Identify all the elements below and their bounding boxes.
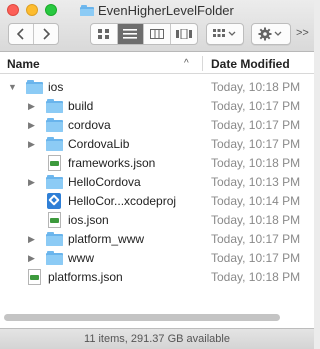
- date-modified: Today, 10:18 PM: [211, 80, 301, 94]
- action-button[interactable]: [251, 23, 291, 45]
- file-name: HelloCor...xcodeproj: [68, 194, 177, 208]
- chevron-right-icon: [43, 28, 50, 40]
- horizontal-scrollbar[interactable]: [4, 314, 280, 321]
- date-modified: Today, 10:17 PM: [211, 99, 301, 113]
- list-item[interactable]: ios.json Today, 10:18 PM: [0, 211, 314, 230]
- window-toolbar: EvenHigherLevelFolder >>: [0, 0, 314, 52]
- list-item[interactable]: ▼ ios Today, 10:18 PM: [0, 78, 314, 97]
- disclosure-collapsed-icon[interactable]: ▶: [28, 177, 38, 188]
- file-list: ▼ ios Today, 10:18 PM ▶ build Today, 10:17 PM…: [0, 78, 314, 287]
- disclosure-collapsed-icon[interactable]: ▶: [28, 253, 38, 264]
- cover-flow-button[interactable]: [171, 24, 197, 44]
- zoom-button[interactable]: [45, 4, 57, 16]
- list-item[interactable]: platforms.json Today, 10:18 PM: [0, 268, 314, 287]
- window-title: EvenHigherLevelFolder: [80, 2, 234, 18]
- traffic-lights: [7, 4, 57, 16]
- window-title-text: EvenHigherLevelFolder: [98, 2, 234, 18]
- gear-icon: [258, 27, 282, 41]
- file-name: cordova: [68, 118, 111, 132]
- date-modified: Today, 10:18 PM: [211, 156, 301, 170]
- list-view-button[interactable]: [117, 24, 144, 44]
- cover-flow-icon: [175, 29, 192, 39]
- folder-icon: [80, 4, 94, 16]
- date-modified: Today, 10:17 PM: [211, 251, 301, 265]
- folder-icon: [46, 231, 63, 247]
- json-file-icon: [46, 212, 63, 228]
- date-modified: Today, 10:13 PM: [211, 175, 301, 189]
- grid-arrange-icon: [213, 29, 236, 37]
- folder-icon: [46, 250, 63, 266]
- xcode-project-icon: [46, 193, 63, 209]
- name-column-header[interactable]: Name: [7, 57, 40, 71]
- status-bar: 11 items, 291.37 GB available: [0, 328, 314, 349]
- date-modified: Today, 10:17 PM: [211, 118, 301, 132]
- list-item[interactable]: ▶ CordovaLib Today, 10:17 PM: [0, 135, 314, 154]
- date-modified: Today, 10:18 PM: [211, 270, 301, 284]
- column-divider[interactable]: [202, 56, 203, 71]
- json-file-icon: [26, 269, 43, 285]
- arrange-button[interactable]: [206, 23, 244, 45]
- finder-window: EvenHigherLevelFolder >> Name ^ Date Mod…: [0, 0, 314, 349]
- list-item[interactable]: ▶ www Today, 10:17 PM: [0, 249, 314, 268]
- list-item[interactable]: ▶ cordova Today, 10:17 PM: [0, 116, 314, 135]
- list-item[interactable]: ▶ platform_www Today, 10:17 PM: [0, 230, 314, 249]
- date-modified: Today, 10:18 PM: [211, 213, 301, 227]
- minimize-button[interactable]: [26, 4, 38, 16]
- folder-icon: [46, 98, 63, 114]
- column-view-icon: [149, 29, 164, 39]
- list-view-icon: [123, 29, 138, 39]
- list-item[interactable]: frameworks.json Today, 10:18 PM: [0, 154, 314, 173]
- date-modified: Today, 10:17 PM: [211, 232, 301, 246]
- date-modified-column-header[interactable]: Date Modified: [211, 57, 290, 71]
- column-header: Name ^ Date Modified: [0, 53, 314, 74]
- file-name: platforms.json: [48, 270, 123, 284]
- folder-icon: [46, 117, 63, 133]
- list-item[interactable]: ▶ build Today, 10:17 PM: [0, 97, 314, 116]
- file-name: frameworks.json: [68, 156, 156, 170]
- disclosure-collapsed-icon[interactable]: ▶: [28, 120, 38, 131]
- disclosure-collapsed-icon[interactable]: ▶: [28, 139, 38, 150]
- icon-view-icon: [97, 29, 109, 39]
- file-name: CordovaLib: [68, 137, 130, 151]
- status-text: 11 items, 291.37 GB available: [84, 333, 230, 345]
- column-view-button[interactable]: [144, 24, 171, 44]
- folder-icon: [46, 174, 63, 190]
- close-button[interactable]: [7, 4, 19, 16]
- chevron-left-icon: [16, 28, 24, 40]
- disclosure-expanded-icon[interactable]: ▼: [8, 82, 18, 92]
- folder-icon: [46, 136, 63, 152]
- file-name: ios: [48, 80, 64, 94]
- icon-view-button[interactable]: [91, 24, 118, 44]
- disclosure-collapsed-icon[interactable]: ▶: [28, 234, 38, 245]
- date-modified: Today, 10:17 PM: [211, 137, 301, 151]
- nav-buttons: [8, 23, 59, 45]
- forward-button[interactable]: [34, 24, 58, 44]
- file-name: ios.json: [68, 213, 109, 227]
- list-item[interactable]: ▶ HelloCordova Today, 10:13 PM: [0, 173, 314, 192]
- view-mode-control: [90, 23, 198, 45]
- list-item[interactable]: HelloCor...xcodeproj Today, 10:14 PM: [0, 192, 314, 211]
- file-name: build: [68, 99, 94, 113]
- back-button[interactable]: [9, 24, 34, 44]
- file-name: HelloCordova: [68, 175, 141, 189]
- sort-ascending-icon: ^: [184, 58, 189, 69]
- file-name: platform_www: [68, 232, 145, 246]
- toolbar-overflow-button[interactable]: >>: [296, 27, 309, 39]
- file-name: www: [68, 251, 94, 265]
- disclosure-collapsed-icon[interactable]: ▶: [28, 101, 38, 112]
- date-modified: Today, 10:14 PM: [211, 194, 301, 208]
- folder-icon: [26, 79, 43, 95]
- json-file-icon: [46, 155, 63, 171]
